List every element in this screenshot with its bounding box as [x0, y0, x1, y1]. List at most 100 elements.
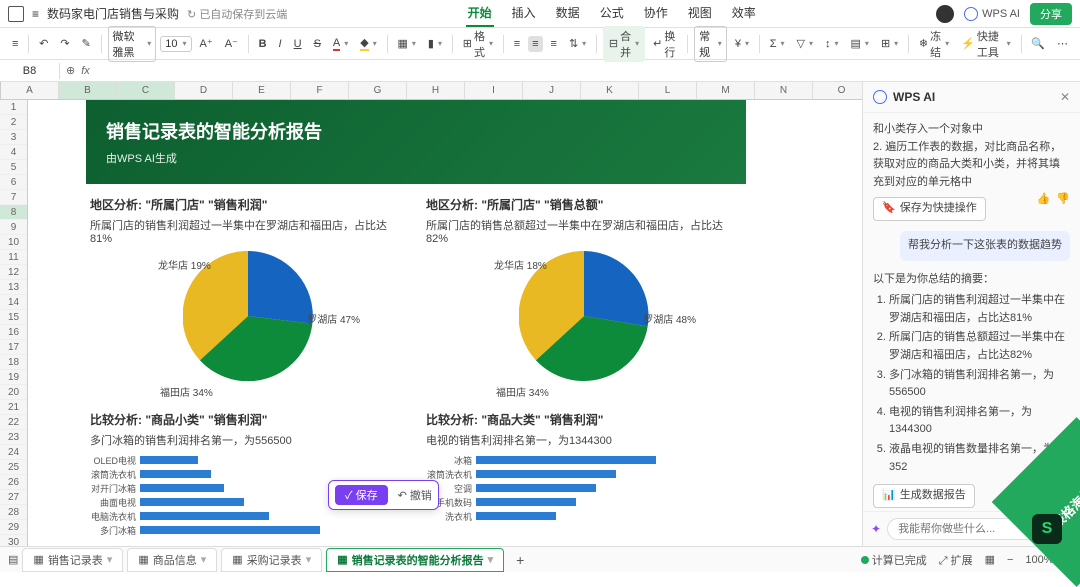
home-icon[interactable] [8, 6, 24, 22]
menu-icon[interactable]: ≡ [32, 7, 39, 21]
save-quick-action-button[interactable]: 🔖 保存为快捷操作 [873, 197, 986, 221]
underline-button[interactable]: U [290, 36, 306, 52]
column-header[interactable]: A [1, 82, 59, 99]
filter-button[interactable]: ▽ [793, 35, 817, 52]
row-header[interactable]: 13 [0, 280, 27, 295]
row-header[interactable]: 25 [0, 460, 27, 475]
format-painter-icon[interactable]: ✎ [78, 35, 95, 52]
sheet-tab-active[interactable]: ▦ 销售记录表的智能分析报告 ▾ [326, 548, 504, 572]
menu-formula[interactable]: 公式 [598, 0, 626, 27]
valign-button[interactable]: ⇅ [565, 35, 590, 52]
more-icon[interactable]: ⋯ [1053, 35, 1072, 52]
row-header[interactable]: 22 [0, 415, 27, 430]
ai-input-field[interactable] [887, 518, 1056, 540]
menu-start[interactable]: 开始 [466, 0, 494, 27]
font-color-button[interactable]: A [329, 35, 352, 53]
row-header[interactable]: 17 [0, 340, 27, 355]
column-header[interactable]: J [523, 82, 581, 99]
save-button[interactable]: ✓ 保存 [335, 485, 388, 505]
menu-insert[interactable]: 插入 [510, 0, 538, 27]
column-header[interactable]: L [639, 82, 697, 99]
column-header[interactable]: N [755, 82, 813, 99]
fx-label[interactable]: fx [81, 65, 90, 77]
column-header[interactable]: H [407, 82, 465, 99]
row-header[interactable]: 27 [0, 490, 27, 505]
merge-button[interactable]: ⊟ 合并 [603, 26, 645, 62]
column-header[interactable]: C [117, 82, 175, 99]
column-header[interactable]: G [349, 82, 407, 99]
row-header[interactable]: 20 [0, 385, 27, 400]
thumbs-down-icon[interactable]: 👎 [1056, 191, 1070, 209]
row-header[interactable]: 8 [0, 205, 27, 220]
close-icon[interactable]: ✕ [1060, 90, 1070, 104]
row-header[interactable]: 30 [0, 535, 27, 546]
bold-button[interactable]: B [255, 36, 271, 52]
send-icon[interactable]: ➤ [1062, 522, 1072, 536]
column-header[interactable]: M [697, 82, 755, 99]
row-header[interactable]: 19 [0, 370, 27, 385]
row-header[interactable]: 28 [0, 505, 27, 520]
row-header[interactable]: 4 [0, 145, 27, 160]
cancel-button[interactable]: ↶ 撤销 [398, 487, 432, 503]
sum-button[interactable]: Σ [766, 36, 789, 52]
row-header[interactable]: 23 [0, 430, 27, 445]
cells-canvas[interactable]: 销售记录表的智能分析报告 由WPS AI生成 地区分析: "所属门店" "销售利… [28, 100, 862, 546]
thumbs-up-icon[interactable]: 👍 [1037, 191, 1051, 209]
sheet-tab[interactable]: ▦ 销售记录表 ▾ [22, 548, 123, 572]
strike-button[interactable]: S [310, 36, 325, 52]
increase-font-icon[interactable]: A⁺ [196, 35, 217, 52]
column-header[interactable]: I [465, 82, 523, 99]
row-header[interactable]: 7 [0, 190, 27, 205]
font-select[interactable]: 微软雅黑 [108, 26, 157, 62]
wps-ai-badge[interactable]: WPS AI [964, 7, 1020, 21]
redo-icon[interactable]: ↷ [56, 35, 73, 52]
cell-reference[interactable]: B8 [0, 63, 60, 79]
format-dropdown[interactable]: ⊞ 格式 [459, 26, 497, 62]
insert-button[interactable]: ⊞ [877, 35, 902, 52]
row-header[interactable]: 10 [0, 235, 27, 250]
border-button[interactable]: ▦ [393, 35, 419, 52]
row-header[interactable]: 3 [0, 130, 27, 145]
sheet-tab[interactable]: ▦ 采购记录表 ▾ [221, 548, 322, 572]
zoom-out-icon[interactable]: − [1007, 554, 1013, 566]
search-icon[interactable]: 🔍 [1027, 35, 1049, 52]
sheet-list-icon[interactable]: ▤ [8, 553, 18, 566]
quick-tools-button[interactable]: ⚡ 快捷工具 [957, 26, 1014, 62]
zoom-lens-icon[interactable]: ⊕ [66, 64, 75, 77]
menu-efficiency[interactable]: 效率 [730, 0, 758, 27]
menu-toggle-icon[interactable]: ≡ [8, 36, 22, 52]
column-header[interactable]: E [233, 82, 291, 99]
menu-collab[interactable]: 协作 [642, 0, 670, 27]
menu-data[interactable]: 数据 [554, 0, 582, 27]
expand-status[interactable]: ⤢ 扩展 [939, 552, 973, 568]
column-header[interactable]: O [813, 82, 862, 99]
font-size-select[interactable]: 10 [160, 36, 191, 52]
number-format-select[interactable]: 常规 [694, 26, 727, 62]
row-header[interactable]: 12 [0, 265, 27, 280]
conditional-format-button[interactable]: ▤ [847, 35, 873, 52]
sheet-tab[interactable]: ▦ 商品信息 ▾ [127, 548, 217, 572]
wrap-button[interactable]: ↵ 换行 [649, 26, 681, 62]
row-header[interactable]: 26 [0, 475, 27, 490]
row-header[interactable]: 15 [0, 310, 27, 325]
cell-fill-button[interactable]: ▮ [424, 35, 446, 52]
add-sheet-button[interactable]: + [508, 552, 532, 568]
row-header[interactable]: 18 [0, 355, 27, 370]
column-header[interactable]: F [291, 82, 349, 99]
currency-button[interactable]: ¥ [731, 36, 753, 52]
column-header[interactable]: K [581, 82, 639, 99]
row-header[interactable]: 5 [0, 160, 27, 175]
menu-view[interactable]: 视图 [686, 0, 714, 27]
align-left-icon[interactable]: ≡ [510, 36, 524, 52]
row-header[interactable]: 14 [0, 295, 27, 310]
row-header[interactable]: 9 [0, 220, 27, 235]
row-header[interactable]: 1 [0, 100, 27, 115]
fill-color-button[interactable]: ◆ [356, 34, 380, 53]
zoom-in-icon[interactable]: + [1066, 554, 1072, 566]
undo-icon[interactable]: ↶ [35, 35, 52, 52]
share-button[interactable]: 分享 [1030, 3, 1072, 25]
decrease-font-icon[interactable]: A⁻ [221, 35, 242, 52]
row-header[interactable]: 6 [0, 175, 27, 190]
row-header[interactable]: 29 [0, 520, 27, 535]
row-header[interactable]: 11 [0, 250, 27, 265]
